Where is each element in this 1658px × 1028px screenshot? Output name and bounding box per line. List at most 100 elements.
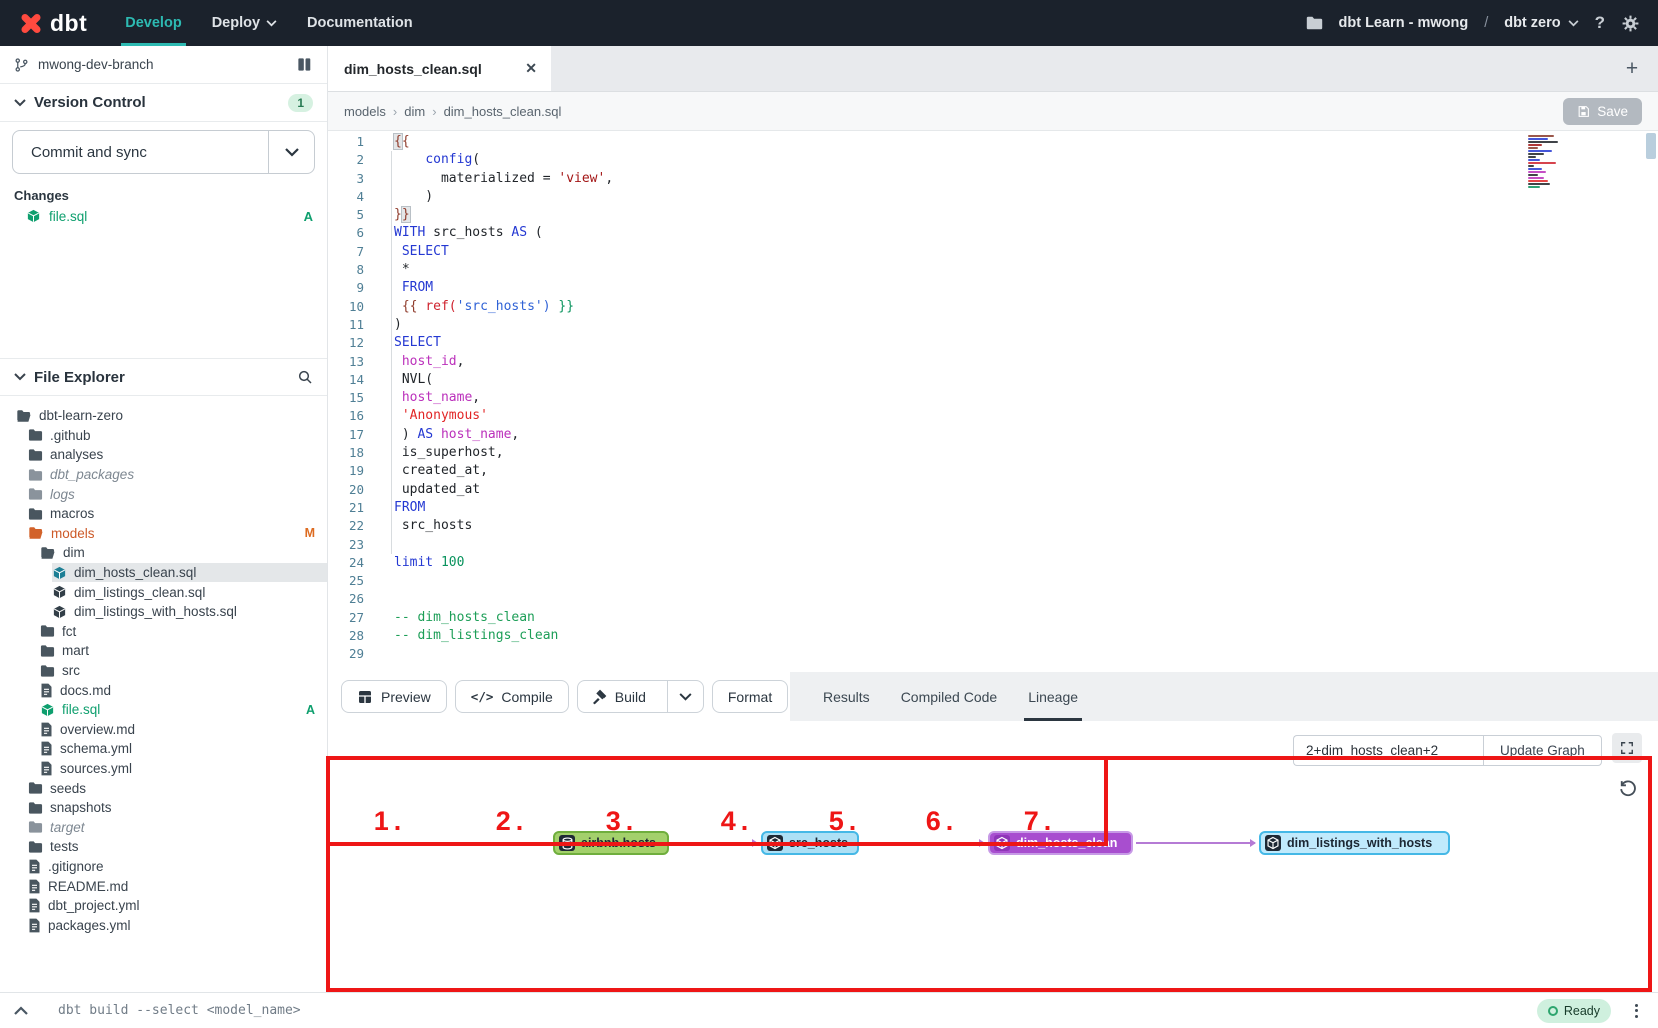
code-line-15[interactable]: 15 host_name,: [328, 389, 1658, 407]
build-button[interactable]: Build: [577, 680, 704, 713]
tree-item-dbt-packages[interactable]: dbt_packages: [0, 465, 327, 485]
breadcrumb-file[interactable]: dim_hosts_clean.sql: [444, 104, 562, 119]
nav-link-deploy[interactable]: Deploy: [212, 0, 277, 46]
code-line-24[interactable]: 24limit 100: [328, 554, 1658, 572]
editor-scrollbar-thumb[interactable]: [1646, 133, 1656, 159]
code-line-7[interactable]: 7 SELECT: [328, 243, 1658, 261]
commit-options-chevron[interactable]: [268, 131, 314, 173]
code-line-4[interactable]: 4 ): [328, 188, 1658, 206]
tab-compiled-code[interactable]: Compiled Code: [901, 672, 998, 721]
code-line-25[interactable]: 25: [328, 572, 1658, 590]
compile-button[interactable]: </> Compile: [455, 680, 569, 713]
chevron-up-icon[interactable]: [14, 1006, 28, 1015]
tree-item-file-sql[interactable]: file.sqlA: [0, 700, 327, 720]
code-line-5[interactable]: 5}}: [328, 206, 1658, 224]
tree-item--gitignore[interactable]: .gitignore: [0, 857, 327, 877]
code-line-1[interactable]: 1{{: [328, 133, 1658, 151]
search-icon[interactable]: [297, 369, 313, 385]
new-tab-button[interactable]: +: [1616, 46, 1648, 92]
close-tab-icon[interactable]: ✕: [525, 60, 537, 77]
tree-item-dbt-learn-zero[interactable]: dbt-learn-zero: [0, 406, 327, 426]
code-line-14[interactable]: 14 NVL(: [328, 371, 1658, 389]
tree-item-dbt-project-yml[interactable]: dbt_project.yml: [0, 896, 327, 916]
nav-link-develop[interactable]: Develop: [125, 0, 181, 46]
tree-item-schema-yml[interactable]: schema.yml: [0, 739, 327, 759]
code-line-23[interactable]: 23: [328, 536, 1658, 554]
tree-item-dim-listings-clean-sql[interactable]: dim_listings_clean.sql: [0, 582, 327, 602]
tree-item-macros[interactable]: macros: [0, 504, 327, 524]
code-line-29[interactable]: 29: [328, 645, 1658, 663]
account-name[interactable]: dbt Learn - mwong: [1339, 15, 1469, 31]
tree-item-overview-md[interactable]: overview.md: [0, 720, 327, 740]
tree-item-sources-yml[interactable]: sources.yml: [0, 759, 327, 779]
tree-item-dim-listings-with-hosts-sql[interactable]: dim_listings_with_hosts.sql: [0, 602, 327, 622]
docs-columns-icon[interactable]: [296, 57, 313, 72]
tree-item-dim[interactable]: dim: [0, 543, 327, 563]
build-options-chevron[interactable]: [667, 681, 703, 712]
tab-lineage[interactable]: Lineage: [1028, 672, 1078, 721]
preview-button[interactable]: Preview: [341, 680, 447, 713]
tree-item-docs-md[interactable]: docs.md: [0, 680, 327, 700]
code-editor[interactable]: 1{{2 config(3 materialized = 'view',4 )5…: [328, 131, 1658, 758]
lineage-selector-input[interactable]: [1293, 735, 1483, 766]
branch-selector[interactable]: mwong-dev-branch: [0, 46, 327, 84]
code-line-28[interactable]: 28-- dim_listings_clean: [328, 627, 1658, 645]
code-line-10[interactable]: 10 {{ ref('src_hosts') }}: [328, 298, 1658, 316]
tree-item-mart[interactable]: mart: [0, 641, 327, 661]
tree-item-tests[interactable]: tests: [0, 837, 327, 857]
breadcrumb-models[interactable]: models: [344, 104, 386, 119]
update-graph-button[interactable]: Update Graph: [1483, 735, 1602, 766]
code-line-11[interactable]: 11): [328, 316, 1658, 334]
tree-item-logs[interactable]: logs: [0, 484, 327, 504]
tree-item-fct[interactable]: fct: [0, 622, 327, 642]
code-line-12[interactable]: 12SELECT: [328, 334, 1658, 352]
lineage-node-dim-listings-with-hosts[interactable]: dim_listings_with_hosts: [1259, 831, 1450, 855]
code-line-17[interactable]: 17 ) AS host_name,: [328, 426, 1658, 444]
code-line-13[interactable]: 13 host_id,: [328, 353, 1658, 371]
editor-tab-dim-hosts-clean[interactable]: dim_hosts_clean.sql ✕: [328, 46, 551, 91]
help-icon[interactable]: ?: [1595, 13, 1605, 33]
tree-item-dim-hosts-clean-sql[interactable]: dim_hosts_clean.sql: [0, 563, 327, 583]
tree-item-models[interactable]: modelsM: [0, 524, 327, 544]
tree-item-packages-yml[interactable]: packages.yml: [0, 915, 327, 935]
kebab-menu-icon[interactable]: [1629, 1000, 1644, 1022]
code-line-16[interactable]: 16 'Anonymous': [328, 407, 1658, 425]
changed-file-row[interactable]: file.sql A: [0, 204, 327, 228]
tab-results[interactable]: Results: [823, 672, 870, 721]
code-line-20[interactable]: 20 updated_at: [328, 481, 1658, 499]
code-line-3[interactable]: 3 materialized = 'view',: [328, 170, 1658, 188]
save-button[interactable]: Save: [1563, 98, 1642, 125]
reset-view-button[interactable]: [1616, 775, 1640, 799]
code-line-6[interactable]: 6WITH src_hosts AS (: [328, 224, 1658, 242]
code-line-9[interactable]: 9 FROM: [328, 279, 1658, 297]
version-control-header[interactable]: Version Control 1: [0, 84, 327, 122]
tree-item--github[interactable]: .github: [0, 426, 327, 446]
lineage-node-src-hosts[interactable]: src_hosts: [761, 831, 859, 855]
code-line-22[interactable]: 22 src_hosts: [328, 517, 1658, 535]
minimap[interactable]: [1528, 135, 1566, 199]
format-button[interactable]: Format: [712, 680, 788, 713]
breadcrumb-dim[interactable]: dim: [404, 104, 425, 119]
file-explorer-header[interactable]: File Explorer: [0, 358, 327, 396]
environment-select[interactable]: dbt zero: [1504, 15, 1578, 31]
tree-item-analyses[interactable]: analyses: [0, 445, 327, 465]
tree-item-readme-md[interactable]: README.md: [0, 876, 327, 896]
code-line-19[interactable]: 19 created_at,: [328, 462, 1658, 480]
fullscreen-button[interactable]: [1612, 733, 1642, 763]
tree-item-snapshots[interactable]: snapshots: [0, 798, 327, 818]
code-line-21[interactable]: 21FROM: [328, 499, 1658, 517]
lineage-node-dim-hosts-clean[interactable]: dim_hosts_clean: [988, 831, 1133, 855]
nav-link-documentation[interactable]: Documentation: [307, 0, 413, 46]
tree-item-seeds[interactable]: seeds: [0, 778, 327, 798]
commit-and-sync-button[interactable]: Commit and sync: [12, 130, 315, 174]
lineage-node-airbnb-hosts[interactable]: airbnb.hosts: [553, 831, 669, 855]
tree-item-src[interactable]: src: [0, 661, 327, 681]
tree-item-target[interactable]: target: [0, 817, 327, 837]
code-line-27[interactable]: 27-- dim_hosts_clean: [328, 609, 1658, 627]
code-line-18[interactable]: 18 is_superhost,: [328, 444, 1658, 462]
dbt-logo[interactable]: dbt: [16, 8, 87, 38]
command-input[interactable]: dbt build --select <model_name>: [58, 1003, 301, 1018]
code-line-2[interactable]: 2 config(: [328, 151, 1658, 169]
code-line-8[interactable]: 8 *: [328, 261, 1658, 279]
code-line-26[interactable]: 26: [328, 590, 1658, 608]
